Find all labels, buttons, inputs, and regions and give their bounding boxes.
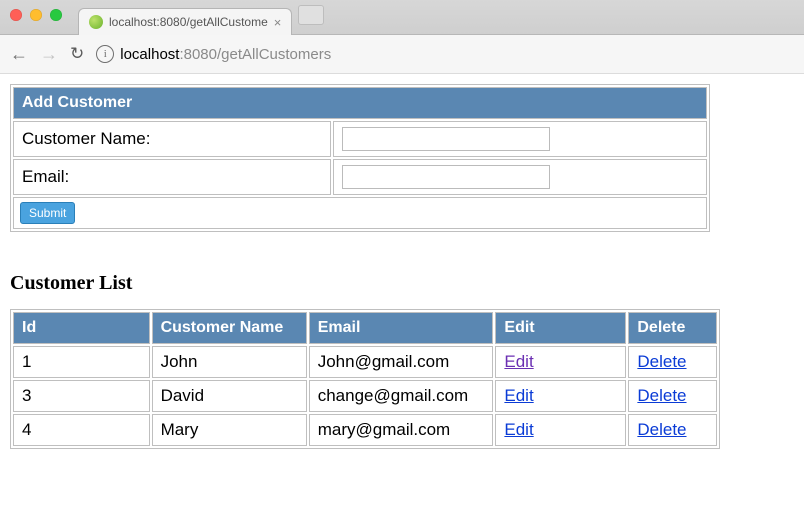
url-text: localhost:8080/getAllCustomers [120,46,331,63]
table-row: 4Marymary@gmail.com Edit Delete [13,414,717,446]
customer-name-input[interactable] [342,127,550,151]
address-bar[interactable]: i localhost:8080/getAllCustomers [96,45,331,63]
reload-button[interactable]: ↻ [70,44,84,64]
table-row: 3Davidchange@gmail.com Edit Delete [13,380,717,412]
cell-delete: Delete [628,380,717,412]
url-host: localhost [120,46,179,63]
form-header: Add Customer [13,87,707,119]
add-customer-form: Add Customer Customer Name: Email: Submi… [10,84,710,232]
tab-title: localhost:8080/getAllCustome [109,15,268,29]
favicon-icon [89,15,103,29]
cell-name: David [152,380,307,412]
cell-edit: Edit [495,346,626,378]
browser-window: localhost:8080/getAllCustome × ← → ↻ i l… [0,0,804,511]
edit-link[interactable]: Edit [504,386,533,405]
submit-button[interactable]: Submit [20,202,75,224]
email-label: Email: [13,159,331,195]
cell-email: mary@gmail.com [309,414,494,446]
edit-link[interactable]: Edit [504,420,533,439]
delete-link[interactable]: Delete [637,420,686,439]
delete-link[interactable]: Delete [637,386,686,405]
customer-name-label: Customer Name: [13,121,331,157]
minimize-window-button[interactable] [30,9,42,21]
col-header-id: Id [13,312,150,344]
cell-delete: Delete [628,346,717,378]
cell-email: John@gmail.com [309,346,494,378]
col-header-delete: Delete [628,312,717,344]
customer-name-cell [333,121,707,157]
col-header-email: Email [309,312,494,344]
cell-id: 1 [13,346,150,378]
cell-id: 4 [13,414,150,446]
window-controls [10,9,62,21]
cell-delete: Delete [628,414,717,446]
col-header-name: Customer Name [152,312,307,344]
browser-toolbar: ← → ↻ i localhost:8080/getAllCustomers [0,35,804,74]
close-window-button[interactable] [10,9,22,21]
table-header-row: Id Customer Name Email Edit Delete [13,312,717,344]
customer-list-heading: Customer List [10,272,794,295]
edit-link[interactable]: Edit [504,352,533,371]
page-content: Add Customer Customer Name: Email: Submi… [0,74,804,459]
cell-email: change@gmail.com [309,380,494,412]
col-header-edit: Edit [495,312,626,344]
delete-link[interactable]: Delete [637,352,686,371]
customer-table: Id Customer Name Email Edit Delete 1John… [10,309,720,449]
submit-cell: Submit [13,197,707,229]
forward-button[interactable]: → [40,44,58,65]
back-button[interactable]: ← [10,44,28,65]
table-row: 1JohnJohn@gmail.com Edit Delete [13,346,717,378]
cell-edit: Edit [495,414,626,446]
maximize-window-button[interactable] [50,9,62,21]
url-path: /getAllCustomers [217,46,331,63]
browser-tab[interactable]: localhost:8080/getAllCustome × [78,8,292,35]
tab-strip: localhost:8080/getAllCustome × [0,0,804,35]
cell-name: John [152,346,307,378]
cell-id: 3 [13,380,150,412]
close-tab-icon[interactable]: × [274,16,282,29]
url-port: :8080 [179,46,217,63]
cell-edit: Edit [495,380,626,412]
email-input[interactable] [342,165,550,189]
site-info-icon[interactable]: i [96,45,114,63]
cell-name: Mary [152,414,307,446]
email-cell [333,159,707,195]
new-tab-button[interactable] [298,5,324,25]
